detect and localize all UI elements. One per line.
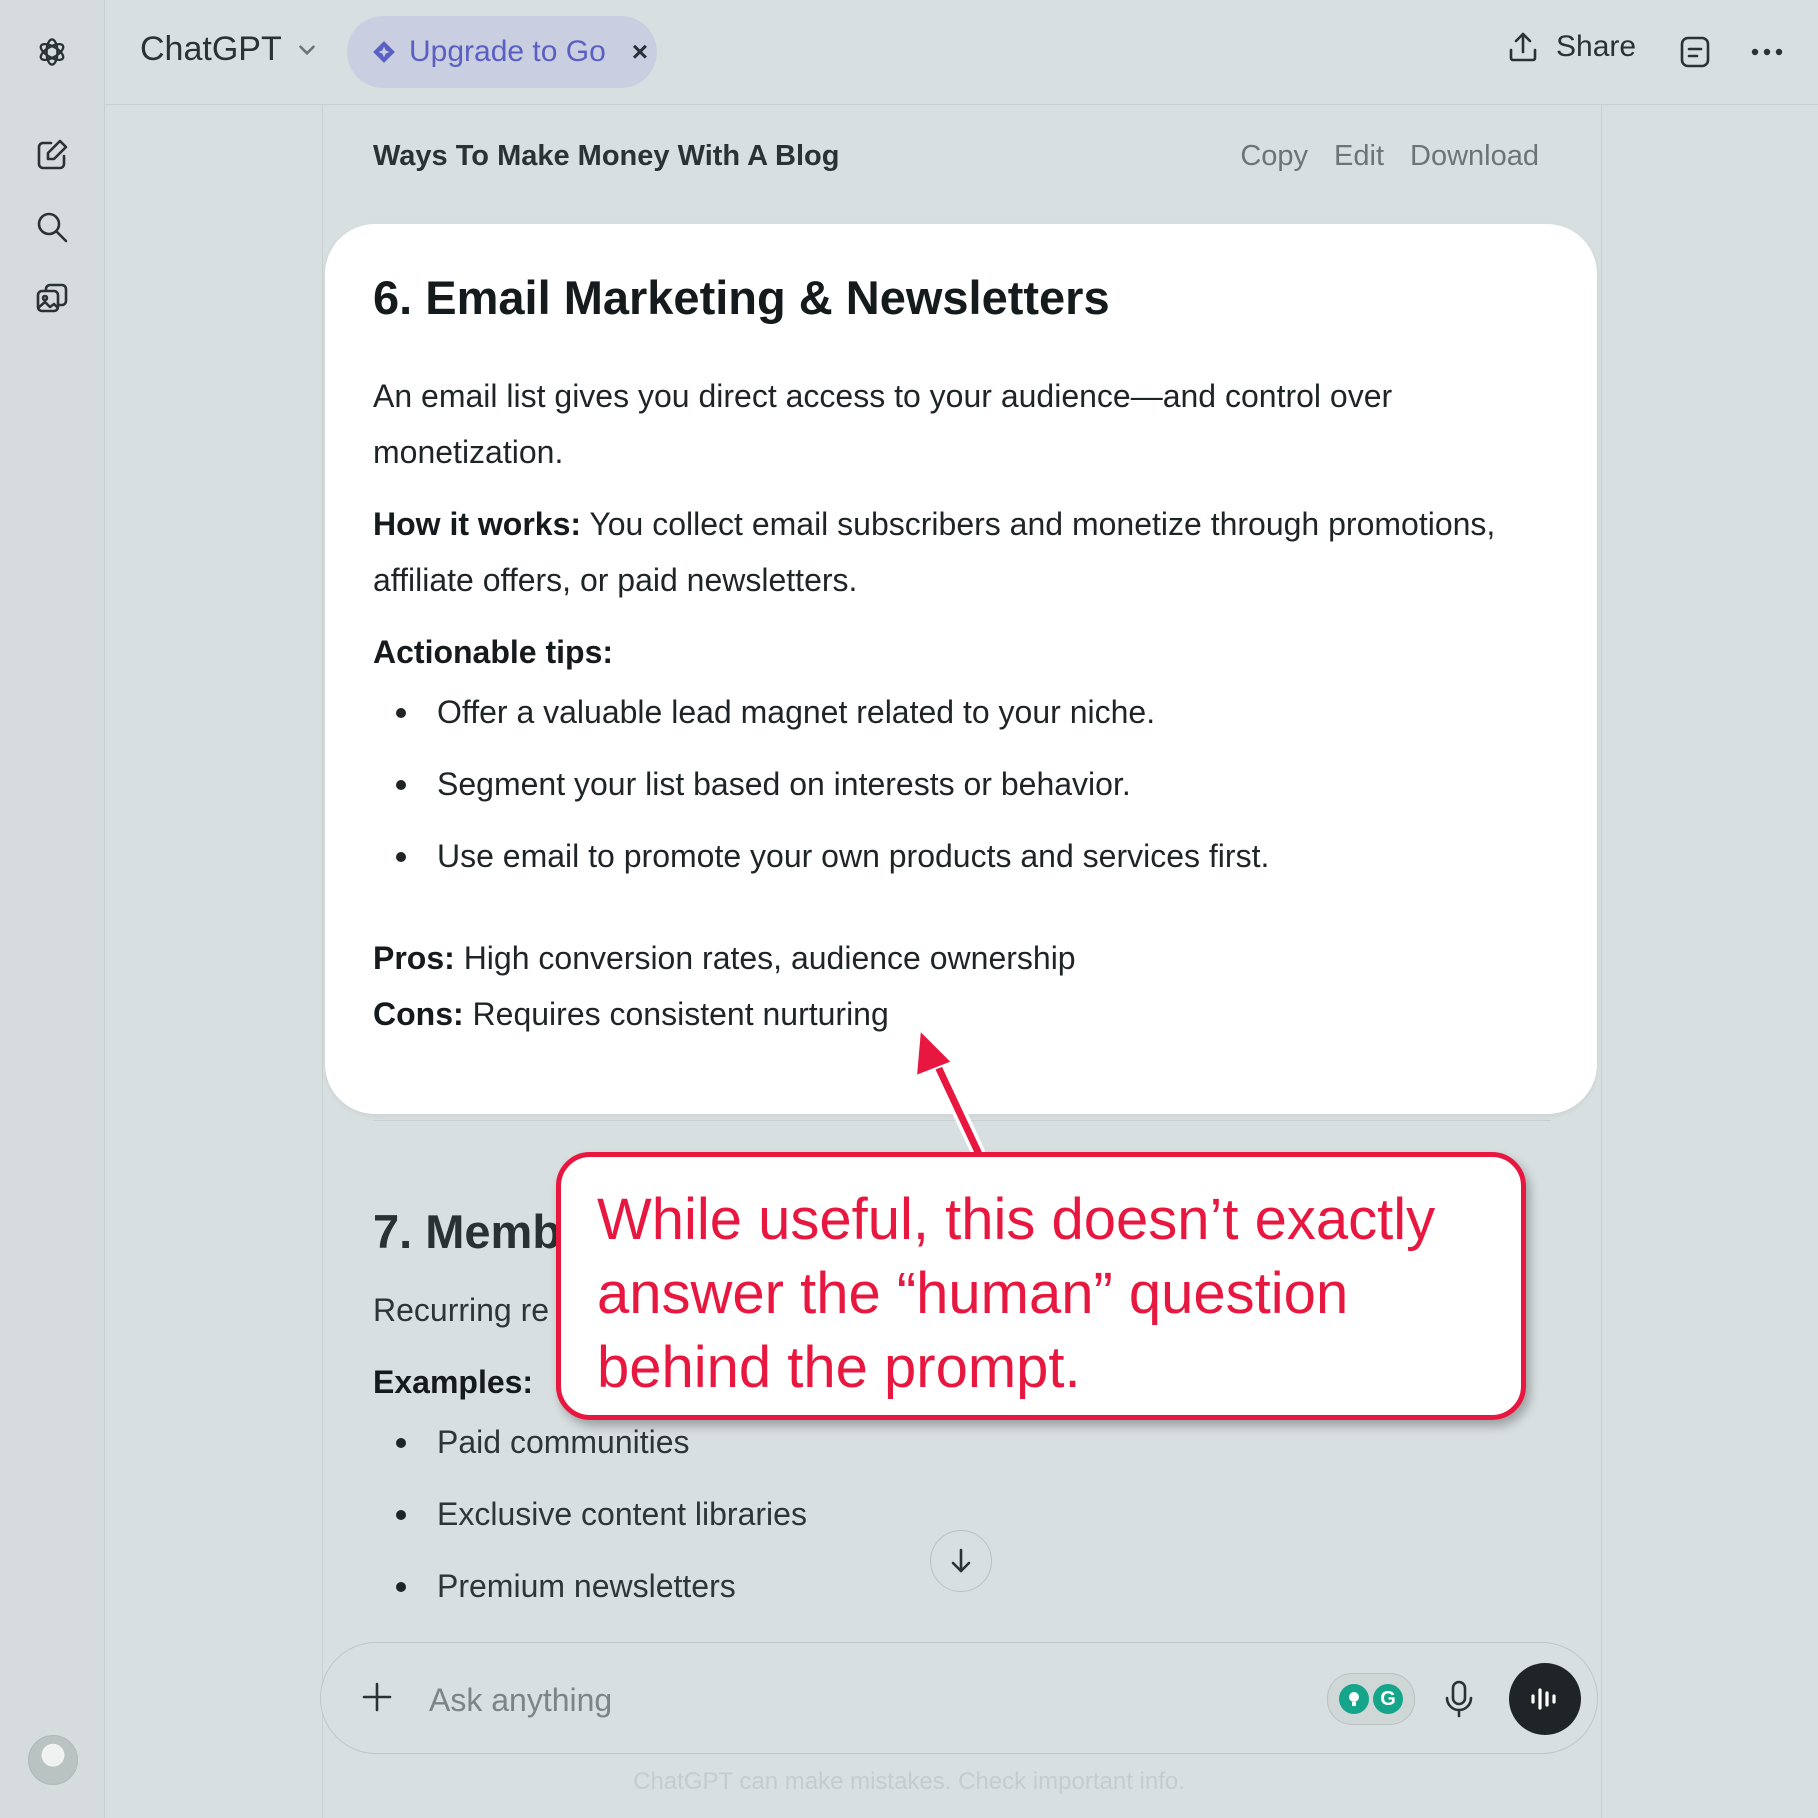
tip-text: Offer a valuable lead magnet related to … [437, 694, 1156, 730]
document-panel: Ways To Make Money With A Blog Copy Edit… [322, 104, 1602, 1818]
grammarly-icon: G [1373, 1684, 1403, 1714]
waveform-icon [1531, 1688, 1556, 1710]
list-item: Segment your list based on interests or … [373, 766, 1131, 803]
disclaimer: ChatGPT can make mistakes. Check importa… [633, 1768, 1185, 1795]
list-item: Paid communities [373, 1424, 690, 1461]
share-button[interactable]: Share [1506, 30, 1636, 64]
sidebar [0, 0, 105, 1818]
voice-mode-button[interactable] [1509, 1663, 1581, 1735]
list-item: Use email to promote your own products a… [373, 838, 1269, 875]
close-icon[interactable]: × [632, 36, 648, 68]
how-text-1: You collect email subscribers and moneti… [581, 506, 1496, 542]
how-text-2: affiliate offers, or paid newsletters. [373, 562, 858, 598]
openai-logo-icon[interactable] [30, 30, 74, 74]
upgrade-button[interactable]: Upgrade to Go × [347, 16, 657, 88]
example-text: Exclusive content libraries [437, 1496, 807, 1532]
cons-text: Requires consistent nurturing [463, 996, 889, 1032]
search-icon[interactable] [30, 205, 74, 249]
annotation-line-3: behind the prompt. [597, 1335, 1081, 1400]
lightbulb-icon [1339, 1684, 1369, 1714]
more-options-icon[interactable] [1750, 34, 1784, 75]
examples-label-text: Examples: [373, 1364, 534, 1400]
document-actions: Copy Edit Download [1240, 140, 1539, 173]
chevron-down-icon [298, 44, 315, 55]
prompt-input[interactable] [427, 1669, 1231, 1731]
pros-label: Pros: [373, 940, 455, 976]
app-title: ChatGPT [140, 30, 282, 68]
divider [373, 1120, 1551, 1121]
intro-line-2: monetization. [373, 434, 564, 470]
sparkle-diamond-icon [373, 41, 395, 63]
composer: G [320, 1642, 1598, 1754]
example-text: Premium newsletters [437, 1568, 736, 1604]
list-item: Premium newsletters [373, 1568, 736, 1605]
section-6-intro: An email list gives you direct access to… [373, 368, 1533, 480]
share-icon [1509, 32, 1537, 62]
download-button[interactable]: Download [1410, 140, 1539, 173]
annotation-line-2: answer the “human” question [597, 1261, 1349, 1326]
list-item: Exclusive content libraries [373, 1496, 807, 1533]
scroll-down-button[interactable] [930, 1530, 992, 1592]
annotation-callout: While useful, this doesn’t exactly answe… [556, 1152, 1526, 1420]
tips-label: Actionable tips: [373, 624, 1533, 680]
pros-cons: Pros: High conversion rates, audience ow… [373, 930, 1533, 1042]
canvas-notes-icon[interactable] [1678, 34, 1712, 75]
microphone-icon [1445, 1680, 1473, 1718]
grammarly-widget[interactable]: G [1327, 1673, 1415, 1725]
pros-text: High conversion rates, audience ownershi… [454, 940, 1076, 976]
model-selector[interactable]: ChatGPT [140, 30, 320, 69]
annotation-line-1: While useful, this doesn’t exactly [597, 1187, 1436, 1252]
upgrade-label: Upgrade to Go [409, 35, 606, 68]
top-bar: ChatGPT Upgrade to Go × Share [104, 0, 1818, 105]
add-attachment-button[interactable] [359, 1679, 395, 1720]
how-label: How it works: [373, 506, 582, 542]
copy-button[interactable]: Copy [1240, 140, 1308, 173]
tip-text: Segment your list based on interests or … [437, 766, 1131, 802]
list-item: Offer a valuable lead magnet related to … [373, 694, 1155, 731]
edit-button[interactable]: Edit [1334, 140, 1384, 173]
section-6-heading: 6. Email Marketing & Newsletters [373, 271, 1110, 324]
example-text: Paid communities [437, 1424, 690, 1460]
cons-label: Cons: [373, 996, 464, 1032]
plus-icon [362, 1682, 392, 1712]
intro-line-1: An email list gives you direct access to… [373, 378, 1393, 414]
share-label: Share [1556, 30, 1637, 63]
microphone-button[interactable] [1443, 1679, 1475, 1724]
document-title: Ways To Make Money With A Blog [373, 140, 840, 172]
tips-label-text: Actionable tips: [373, 634, 614, 670]
tip-text: Use email to promote your own products a… [437, 838, 1270, 874]
new-chat-icon[interactable] [30, 133, 74, 177]
arrow-down-icon [951, 1548, 971, 1573]
images-icon[interactable] [30, 277, 74, 321]
how-it-works: How it works: You collect email subscrib… [373, 496, 1533, 608]
section-7-heading: 7. Memb [373, 1205, 562, 1258]
